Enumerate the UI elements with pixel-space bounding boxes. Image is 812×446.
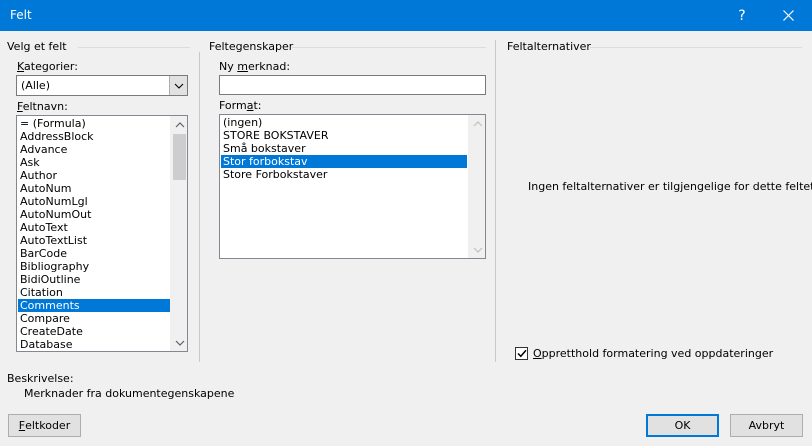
field-names-list[interactable]: = (Formula) AddressBlock Advance Ask Author A… [16,115,188,352]
scrollbar-thumb[interactable] [173,134,186,180]
select-field-section-title: Velg et felt [7,40,67,53]
field-properties-section-title: Feltegenskaper [209,40,294,53]
list-item[interactable]: = (Formula) [18,117,170,130]
categories-label: Kategorier: [17,60,78,73]
list-item[interactable]: BarCode [18,247,170,260]
chevron-down-icon [174,83,183,89]
scroll-down-button[interactable] [469,241,485,258]
list-item[interactable]: CreateDate [18,325,170,338]
scroll-up-button[interactable] [469,115,485,132]
field-options-section-title: Feltalternativer [507,40,591,53]
format-label: Format: [219,99,262,112]
field-names-scrollbar[interactable] [170,116,187,351]
format-scrollbar[interactable] [468,115,485,258]
field-codes-button[interactable]: Feltkoder [8,414,81,437]
window-title: Felt [10,8,32,22]
list-item[interactable]: Comments [18,299,170,312]
ok-button[interactable]: OK [646,414,719,437]
checkmark-icon [516,349,527,358]
list-item[interactable]: BidiOutline [18,273,170,286]
categories-dropdown-button[interactable] [169,76,187,95]
scroll-down-button[interactable] [171,334,187,351]
list-item[interactable]: Bibliography [18,260,170,273]
list-item[interactable]: Database [18,338,170,351]
section-divider [78,47,190,48]
chevron-up-icon [473,120,482,126]
list-item[interactable]: Store Forbokstaver [221,168,467,181]
no-options-message: Ingen feltalternativer er tilgjengelige … [528,180,812,193]
list-item[interactable]: AutoNumLgl [18,195,170,208]
categories-select[interactable]: (Alle) [16,75,188,96]
cancel-button[interactable]: Avbryt [730,414,803,437]
list-item[interactable]: STORE BOKSTAVER [221,129,467,142]
section-divider [292,47,486,48]
list-item[interactable]: Ask [18,156,170,169]
list-item[interactable]: AutoText [18,221,170,234]
chevron-down-icon [175,340,184,346]
vertical-separator [199,52,200,362]
list-item[interactable]: Stor forbokstav [221,155,467,168]
help-button[interactable]: ? [720,0,764,31]
list-item[interactable]: AddressBlock [18,130,170,143]
chevron-down-icon [473,247,482,253]
list-item[interactable]: Author [18,169,170,182]
list-item[interactable]: Compare [18,312,170,325]
vertical-separator [495,40,496,362]
chevron-up-icon [175,121,184,127]
close-icon [782,10,794,21]
list-item[interactable]: AutoNumOut [18,208,170,221]
format-list[interactable]: (ingen) STORE BOKSTAVER Små bokstaver Stor … [219,114,486,259]
close-button[interactable] [766,0,810,31]
description-text: Merknader fra dokumentegenskapene [24,387,235,400]
list-item[interactable]: Citation [18,286,170,299]
section-divider [590,47,802,48]
field-names-label: Feltnavn: [17,100,68,113]
description-label: Beskrivelse: [7,372,74,385]
list-item[interactable]: AutoTextList [18,234,170,247]
new-comment-label: Ny merknad: [219,60,291,73]
list-item[interactable]: Små bokstaver [221,142,467,155]
preserve-formatting-label[interactable]: Oppretthold formatering ved oppdateringe… [533,347,773,360]
new-comment-input[interactable] [219,75,486,95]
title-bar: Felt ? [0,0,812,31]
preserve-formatting-checkbox[interactable] [515,347,528,360]
categories-selected-value: (Alle) [21,79,50,92]
list-item[interactable]: AutoNum [18,182,170,195]
list-item[interactable]: (ingen) [221,116,467,129]
list-item[interactable]: Advance [18,143,170,156]
scroll-up-button[interactable] [171,116,187,133]
